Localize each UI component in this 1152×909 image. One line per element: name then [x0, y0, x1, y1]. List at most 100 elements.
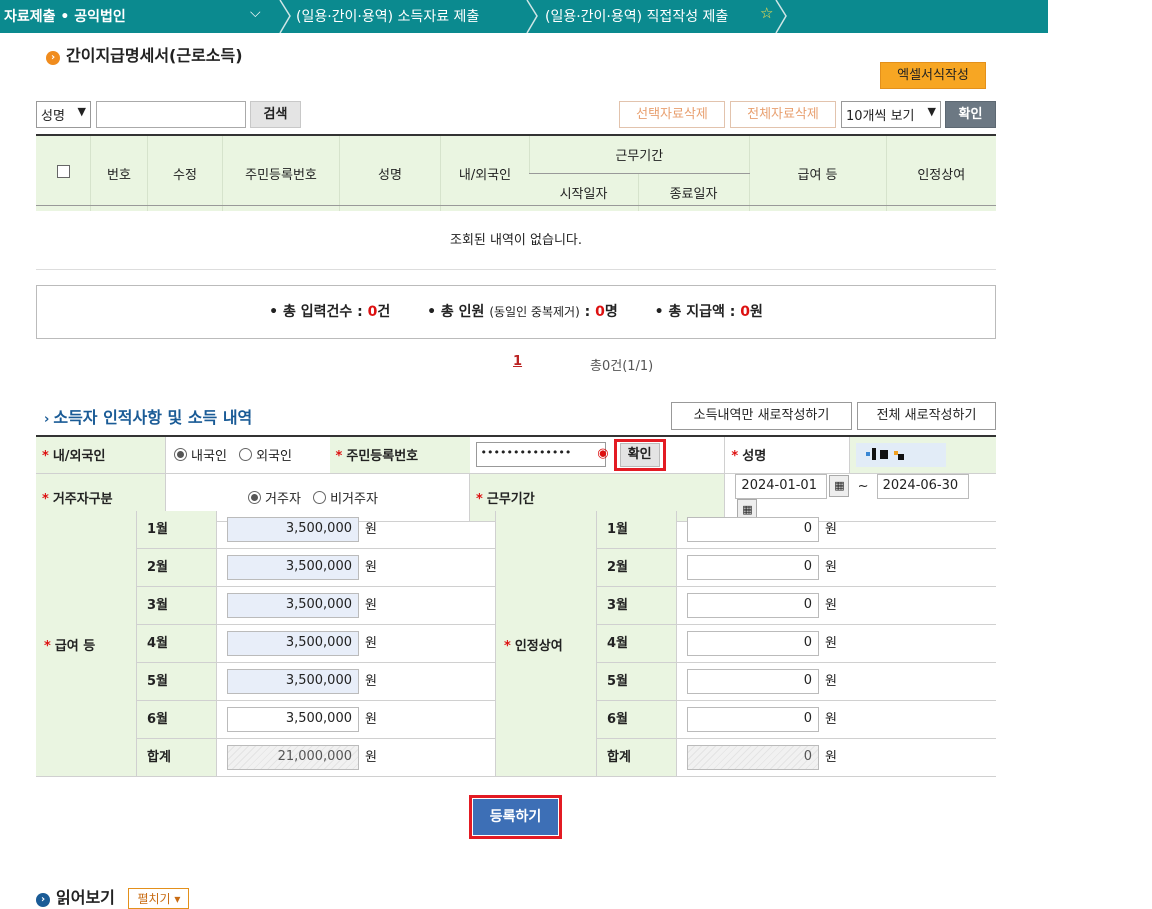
breadcrumb-separator-icon [526, 0, 538, 33]
pay-month-label: 2월 [136, 549, 216, 587]
pay-month-label: 3월 [136, 587, 216, 625]
chevron-down-icon: ▼ [927, 105, 936, 118]
col-period: 근무기간 [529, 134, 749, 174]
bonus-month-label: 5월 [596, 663, 676, 701]
pay-amount-input[interactable]: 3,500,000 [227, 517, 359, 542]
masked-eye-icon[interactable]: ◉ [597, 446, 608, 461]
pay-month-label: 4월 [136, 625, 216, 663]
pay-month-label: 5월 [136, 663, 216, 701]
empty-result-message: 조회된 내역이 없습니다. [450, 233, 582, 248]
breadcrumb-income-submit[interactable]: (일용·간이·용역) 소득자료 제출 [296, 6, 479, 26]
bonus-cell: 0원 [676, 625, 996, 663]
new-income-only-button[interactable]: 소득내역만 새로작성하기 [671, 402, 852, 430]
page-total-count: 총0건(1/1) [590, 359, 654, 374]
page-link-current[interactable]: 1 [513, 354, 522, 369]
name-cell [849, 435, 996, 474]
breadcrumb-separator-icon [775, 0, 787, 33]
calendar-icon[interactable]: ▦ [829, 475, 850, 497]
divider [36, 205, 996, 206]
expand-button[interactable]: 펼치기 ▾ [128, 888, 190, 909]
pay-cell: 3,500,000 원 [216, 511, 496, 549]
pay-cell: 3,500,000 원 [216, 701, 496, 739]
nonresident-radio[interactable] [313, 490, 327, 504]
summary-amount: • 총 지급액 : 0원 [654, 304, 763, 320]
bonus-amount-input: 0 [687, 745, 819, 770]
bonus-month-label: 3월 [596, 587, 676, 625]
breadcrumb-direct-submit[interactable]: (일용·간이·용역) 직접작성 제출 [545, 6, 728, 26]
bonus-group-label: * 인정상여 [495, 511, 596, 777]
pay-month-label: 6월 [136, 701, 216, 739]
pay-month-label: 합계 [136, 739, 216, 777]
pay-amount-input[interactable]: 3,500,000 [227, 593, 359, 618]
income-form-title: › 소득자 인적사항 및 소득 내역 [44, 408, 253, 427]
pay-cell: 3,500,000 원 [216, 663, 496, 701]
pay-cell: 3,500,000 원 [216, 549, 496, 587]
select-all-checkbox[interactable] [56, 165, 70, 178]
bonus-amount-input[interactable]: 0 [687, 517, 819, 542]
bonus-amount-input[interactable]: 0 [687, 593, 819, 618]
bonus-cell: 0원 [676, 701, 996, 739]
pay-amount-input[interactable]: 3,500,000 [227, 631, 359, 656]
bonus-cell: 0원 [676, 549, 996, 587]
bonus-amount-input[interactable]: 0 [687, 669, 819, 694]
income-list-table: 번호 수정 주민등록번호 성명 내/외국인 근무기간 급여 등 인정상여 시작일… [36, 134, 996, 211]
rrn-label: * 주민등록번호 [329, 435, 470, 474]
nationality-label: * 내/외국인 [36, 435, 166, 474]
breadcrumb-separator-icon [279, 0, 291, 33]
pay-amount-input[interactable]: 3,500,000 [227, 555, 359, 580]
bonus-month-label: 1월 [596, 511, 676, 549]
search-field-select[interactable]: 성명 ▼ [36, 101, 91, 128]
domestic-radio[interactable] [174, 448, 188, 462]
pay-cell: 21,000,000 원 [216, 739, 496, 777]
name-label: * 성명 [724, 435, 850, 474]
bonus-cell: 0원 [676, 663, 996, 701]
bonus-cell: 0원 [676, 587, 996, 625]
pay-amount-input[interactable]: 3,500,000 [227, 707, 359, 732]
page-size-confirm-button[interactable]: 확인 [945, 101, 996, 128]
foreign-radio[interactable] [239, 448, 253, 462]
rrn-input[interactable]: •••••••••••••• ◉ [475, 442, 609, 468]
search-input[interactable] [96, 101, 246, 128]
bonus-amount-input[interactable]: 0 [687, 707, 819, 732]
name-input[interactable] [856, 442, 947, 467]
col-rrn: 주민등록번호 [222, 134, 340, 211]
pay-amount-input[interactable]: 3,500,000 [227, 669, 359, 694]
bullet-arrow-icon: › [46, 51, 60, 65]
pay-cell: 3,500,000 원 [216, 587, 496, 625]
delete-selected-button[interactable]: 선택자료삭제 [619, 101, 725, 128]
bonus-amount-input[interactable]: 0 [687, 631, 819, 656]
bonus-month-label: 2월 [596, 549, 676, 587]
page-title: › 간이지급명세서(근로소득) [46, 42, 243, 66]
search-button[interactable]: 검색 [250, 101, 301, 128]
col-bonus: 인정상여 [885, 134, 996, 211]
pay-month-label: 1월 [136, 511, 216, 549]
col-edit: 수정 [147, 134, 223, 211]
page-size-select[interactable]: 10개씩 보기 ▼ [841, 101, 941, 128]
chevron-down-icon[interactable]: ⌵ [250, 5, 261, 21]
bonus-month-label: 합계 [596, 739, 676, 777]
summary-people: • 총 인원 (동일인 중복제거) : 0명 [427, 304, 618, 320]
bonus-cell: 0원 [676, 511, 996, 549]
submit-button[interactable]: 등록하기 [473, 799, 558, 835]
favorite-star-icon[interactable]: ☆ [760, 4, 773, 22]
resident-radio[interactable] [248, 490, 262, 504]
bullet-chevron-icon: › [44, 412, 50, 427]
bonus-month-label: 4월 [596, 625, 676, 663]
delete-all-button[interactable]: 전체자료삭제 [730, 101, 836, 128]
bonus-amount-input[interactable]: 0 [687, 555, 819, 580]
chevron-down-icon: ▼ [77, 105, 86, 118]
top-navigation-bar: 자료제출 • 공익법인 ⌵ (일용·간이·용역) 소득자료 제출 (일용·간이·… [0, 0, 1048, 33]
summary-count: • 총 입력건수 : 0건 [269, 304, 391, 320]
col-pay: 급여 등 [748, 134, 886, 211]
col-nationality: 내/외국인 [440, 134, 530, 211]
new-all-button[interactable]: 전체 새로작성하기 [857, 402, 996, 430]
col-no: 번호 [90, 134, 148, 211]
end-date-input[interactable]: 2024-06-30 [876, 473, 969, 499]
menu-title[interactable]: 자료제출 • 공익법인 [4, 6, 126, 26]
income-form-table: * 내/외국인 내국인 외국인 * 주민등록번호 •••••••••••••• ◉ 확… [36, 435, 996, 522]
divider [36, 269, 996, 270]
excel-form-button[interactable]: 엑셀서식작성 [880, 62, 986, 89]
highlight-rrn-confirm [614, 439, 666, 471]
pay-group-label: * 급여 등 [36, 511, 136, 777]
start-date-input[interactable]: 2024-01-01 [735, 473, 828, 499]
